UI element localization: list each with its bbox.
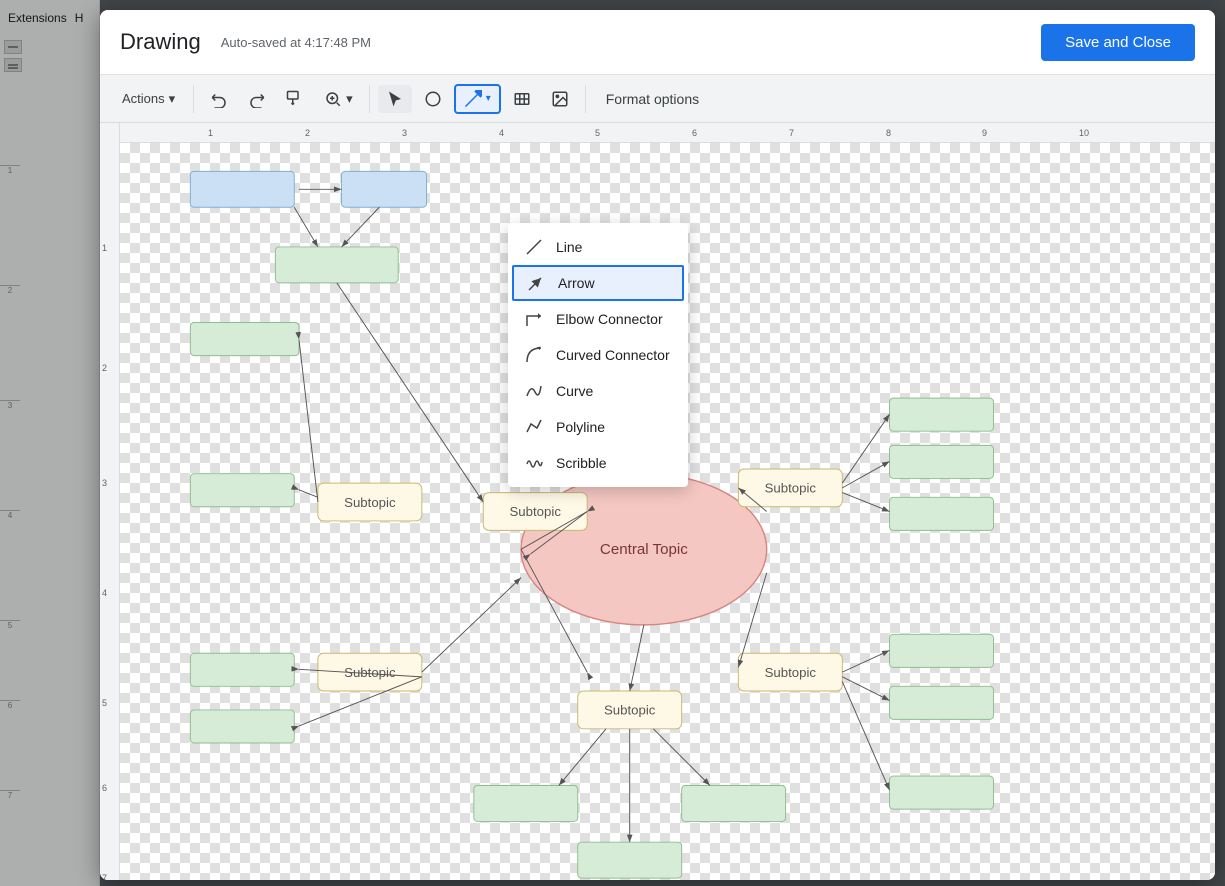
dialog-title: Drawing bbox=[120, 29, 201, 55]
svg-text:Subtopic: Subtopic bbox=[509, 504, 561, 519]
undo-button[interactable] bbox=[202, 85, 236, 113]
line-icon bbox=[524, 237, 544, 257]
select-tool-button[interactable] bbox=[378, 85, 412, 113]
scribble-label: Scribble bbox=[556, 455, 607, 471]
svg-text:Subtopic: Subtopic bbox=[344, 495, 396, 510]
zoom-button[interactable]: ▾ bbox=[316, 85, 361, 113]
polyline-icon bbox=[524, 417, 544, 437]
resize-icon bbox=[513, 90, 531, 108]
curved-connector-label: Curved Connector bbox=[556, 347, 670, 363]
scribble-icon bbox=[524, 453, 544, 473]
v-ruler-label-5: 5 bbox=[102, 698, 107, 708]
shape-icon bbox=[424, 90, 442, 108]
polyline-label: Polyline bbox=[556, 419, 605, 435]
title-area: Drawing Auto-saved at 4:17:48 PM bbox=[120, 29, 371, 55]
v-ruler-label-2: 2 bbox=[102, 363, 107, 373]
ruler-label-4: 4 bbox=[499, 128, 504, 138]
resize-tool-button[interactable] bbox=[505, 85, 539, 113]
dropdown-item-polyline[interactable]: Polyline bbox=[508, 409, 688, 445]
paint-format-icon bbox=[286, 90, 304, 108]
dropdown-item-line[interactable]: Line bbox=[508, 229, 688, 265]
undo-icon bbox=[210, 90, 228, 108]
vertical-ruler: 1 2 3 4 5 6 7 bbox=[100, 123, 120, 880]
save-close-button[interactable]: Save and Close bbox=[1041, 24, 1195, 61]
v-ruler-label-3: 3 bbox=[102, 478, 107, 488]
dropdown-item-curve[interactable]: Curve bbox=[508, 373, 688, 409]
ruler-label-6: 6 bbox=[692, 128, 697, 138]
cursor-icon bbox=[386, 90, 404, 108]
actions-dropdown-button[interactable]: Actions ▾ bbox=[112, 86, 185, 112]
ruler-label-10: 10 bbox=[1079, 128, 1089, 138]
ruler-label-5: 5 bbox=[595, 128, 600, 138]
svg-text:Subtopic: Subtopic bbox=[765, 665, 817, 680]
horizontal-ruler: 1 2 3 4 5 6 7 8 9 10 bbox=[120, 123, 1215, 143]
ruler-label-1: 1 bbox=[208, 128, 213, 138]
arrow-label: Arrow bbox=[558, 275, 595, 291]
autosave-label: Auto-saved at 4:17:48 PM bbox=[221, 35, 371, 50]
elbow-label: Elbow Connector bbox=[556, 311, 663, 327]
drawing-dialog: Drawing Auto-saved at 4:17:48 PM Save an… bbox=[100, 10, 1215, 880]
image-icon bbox=[551, 90, 569, 108]
v-ruler-label-4: 4 bbox=[102, 588, 107, 598]
toolbar-separator-1 bbox=[193, 85, 194, 113]
shape-tool-button[interactable] bbox=[416, 85, 450, 113]
line-tool-icon bbox=[464, 90, 482, 108]
dropdown-item-scribble[interactable]: Scribble bbox=[508, 445, 688, 481]
svg-text:Subtopic: Subtopic bbox=[765, 481, 817, 496]
v-ruler-label-7: 7 bbox=[102, 873, 107, 880]
curve-icon bbox=[524, 381, 544, 401]
ruler-label-8: 8 bbox=[886, 128, 891, 138]
dropdown-item-curved[interactable]: Curved Connector bbox=[508, 337, 688, 373]
dialog-header: Drawing Auto-saved at 4:17:48 PM Save an… bbox=[100, 10, 1215, 75]
image-insert-button[interactable] bbox=[543, 85, 577, 113]
svg-text:Subtopic: Subtopic bbox=[604, 703, 656, 718]
curve-label: Curve bbox=[556, 383, 593, 399]
redo-icon bbox=[248, 90, 266, 108]
toolbar-separator-3 bbox=[585, 85, 586, 113]
format-options-button[interactable]: Format options bbox=[594, 86, 711, 112]
toolbar: Actions ▾ ▾ bbox=[100, 75, 1215, 123]
line-label: Line bbox=[556, 239, 582, 255]
canvas-area[interactable]: 1 2 3 4 5 6 7 8 9 10 1 2 3 4 5 6 7 bbox=[100, 123, 1215, 880]
ruler-label-9: 9 bbox=[982, 128, 987, 138]
dropdown-item-arrow[interactable]: Arrow bbox=[512, 265, 684, 301]
ruler-label-3: 3 bbox=[402, 128, 407, 138]
arrow-icon bbox=[526, 273, 546, 293]
elbow-icon bbox=[524, 309, 544, 329]
v-ruler-label-1: 1 bbox=[102, 243, 107, 253]
curved-connector-icon bbox=[524, 345, 544, 365]
ruler-label-2: 2 bbox=[305, 128, 310, 138]
line-dropdown-chevron: ▾ bbox=[486, 93, 491, 104]
zoom-chevron: ▾ bbox=[346, 91, 353, 107]
actions-label: Actions bbox=[122, 91, 165, 106]
toolbar-separator-2 bbox=[369, 85, 370, 113]
ruler-label-7: 7 bbox=[789, 128, 794, 138]
v-ruler-label-6: 6 bbox=[102, 783, 107, 793]
line-dropdown-menu: Line Arrow bbox=[508, 223, 688, 487]
paint-format-button[interactable] bbox=[278, 85, 312, 113]
redo-button[interactable] bbox=[240, 85, 274, 113]
zoom-icon bbox=[324, 90, 342, 108]
dropdown-item-elbow[interactable]: Elbow Connector bbox=[508, 301, 688, 337]
actions-chevron-icon: ▾ bbox=[169, 91, 176, 107]
svg-text:Central Topic: Central Topic bbox=[600, 541, 688, 558]
line-tool-button[interactable]: ▾ bbox=[454, 84, 501, 114]
